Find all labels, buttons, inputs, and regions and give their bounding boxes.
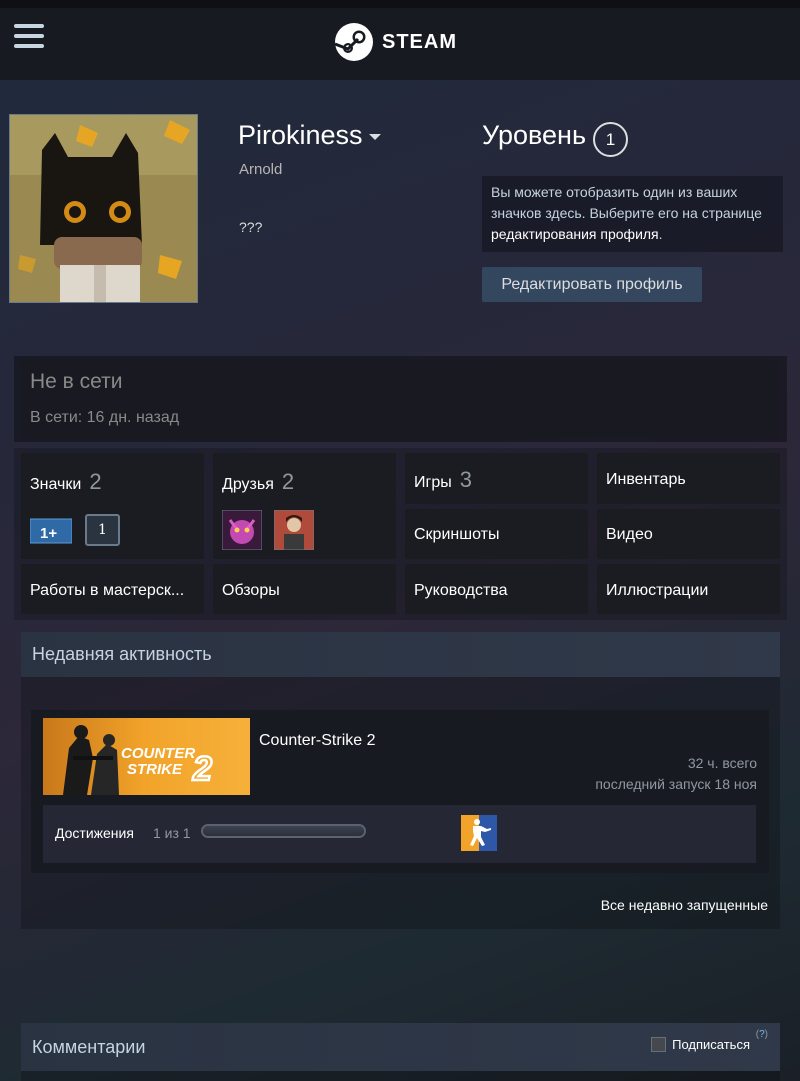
tile-screenshots[interactable]: Скриншоты [405,509,588,559]
friends-count: 2 [281,469,295,494]
achievement-icon[interactable] [461,815,497,851]
edit-profile-link[interactable]: редактирования профиля [491,226,659,242]
friend-avatar-1[interactable] [222,510,262,550]
svg-text:COUNTER: COUNTER [121,745,195,762]
recent-game-card: COUNTER STRIKE 2 Counter-Strike 2 32 ч. … [31,710,769,873]
status-panel [14,356,787,442]
recent-activity-title: Недавняя активность [21,632,780,677]
game-last-played: последний запуск 18 ноя [595,776,757,792]
svg-text:1+: 1+ [40,525,57,542]
tile-inventory-label: Инвентарь [606,471,686,488]
tile-artwork-label: Иллюстрации [606,582,709,599]
tile-videos[interactable]: Видео [597,509,780,559]
hamburger-icon[interactable] [14,24,44,50]
steam-wordmark: STEAM [382,30,457,53]
game-capsule-image[interactable]: COUNTER STRIKE 2 [43,718,250,795]
recent-activity-section: Недавняя активность COUNTER STRIKE 2 Cou… [21,632,780,929]
tile-reviews-label: Обзоры [222,582,280,599]
tile-workshop-label: Работы в мастерск... [30,582,185,599]
svg-text:STRIKE: STRIKE [127,761,183,778]
last-online: В сети: 16 дн. назад [30,409,180,426]
badge-hint: Вы можете отобразить один из ваших значк… [482,176,783,252]
level-label: Уровень [482,120,587,150]
comments-section: Комментарии Подписаться (?) [21,1023,780,1081]
tile-workshop[interactable]: Работы в мастерск... [21,564,204,614]
top-bar: STEAM [0,0,800,80]
badge-1plus-icon[interactable]: 1+ [30,517,72,545]
achievements-progress-fill [203,826,364,836]
subscribe-checkbox-box[interactable] [651,1037,667,1052]
svg-text:2: 2 [192,750,212,788]
tile-guides-label: Руководства [414,582,508,599]
tile-games-label: Игры 3 [414,467,472,492]
game-name[interactable]: Counter-Strike 2 [259,732,376,750]
steam-logo[interactable]: STEAM [334,22,457,62]
avatar-image [10,115,197,302]
tile-videos-label: Видео [606,526,653,543]
level-badge[interactable]: 1 [593,122,628,157]
game-hours: 32 ч. всего [687,755,757,771]
subscribe-label: Подписаться [672,1037,750,1052]
chevron-down-icon[interactable] [368,133,381,140]
tile-reviews[interactable]: Обзоры [213,564,396,614]
games-count: 3 [459,467,472,492]
tile-inventory[interactable]: Инвентарь [597,453,780,504]
persona-name-text: Pirokiness [238,120,363,150]
help-icon[interactable]: (?) [756,1029,768,1040]
achievements-row[interactable]: Достижения 1 из 1 [43,805,756,863]
online-status: Не в сети [30,370,123,393]
avatar[interactable] [9,114,198,303]
subscribe-checkbox[interactable]: Подписаться [651,1037,750,1052]
edit-profile-button[interactable]: Редактировать профиль [482,267,702,302]
badges-count: 2 [89,469,102,494]
steam-logo-icon [334,23,373,61]
tile-friends[interactable]: Друзья 2 [213,453,396,559]
badge-hint-suffix: . [658,226,663,242]
achievements-count: 1 из 1 [153,825,191,841]
tile-friends-label: Друзья 2 [222,469,295,494]
tile-games[interactable]: Игры 3 [405,453,588,504]
status-inner [21,359,779,439]
achievements-label: Достижения [55,825,134,841]
friend-avatar-2[interactable] [274,510,314,550]
tile-guides[interactable]: Руководства [405,564,588,614]
cs2-capsule: COUNTER STRIKE 2 [43,718,250,795]
persona-name[interactable]: Pirokiness [238,120,381,151]
tile-badges-label: Значки 2 [30,469,102,494]
profile-summary: ??? [239,219,263,235]
tile-screenshots-label: Скриншоты [414,526,500,543]
achievements-progress-bar [201,824,366,838]
real-name: Arnold [239,161,283,178]
tile-badges[interactable]: Значки 2 1+ 1 [21,453,204,559]
all-recent-games-link[interactable]: Все недавно запущенные [601,897,768,913]
badge-hint-text: Вы можете отобразить один из ваших значк… [491,184,762,221]
tile-artwork[interactable]: Иллюстрации [597,564,780,614]
badge-level-icon[interactable]: 1 [85,514,120,546]
